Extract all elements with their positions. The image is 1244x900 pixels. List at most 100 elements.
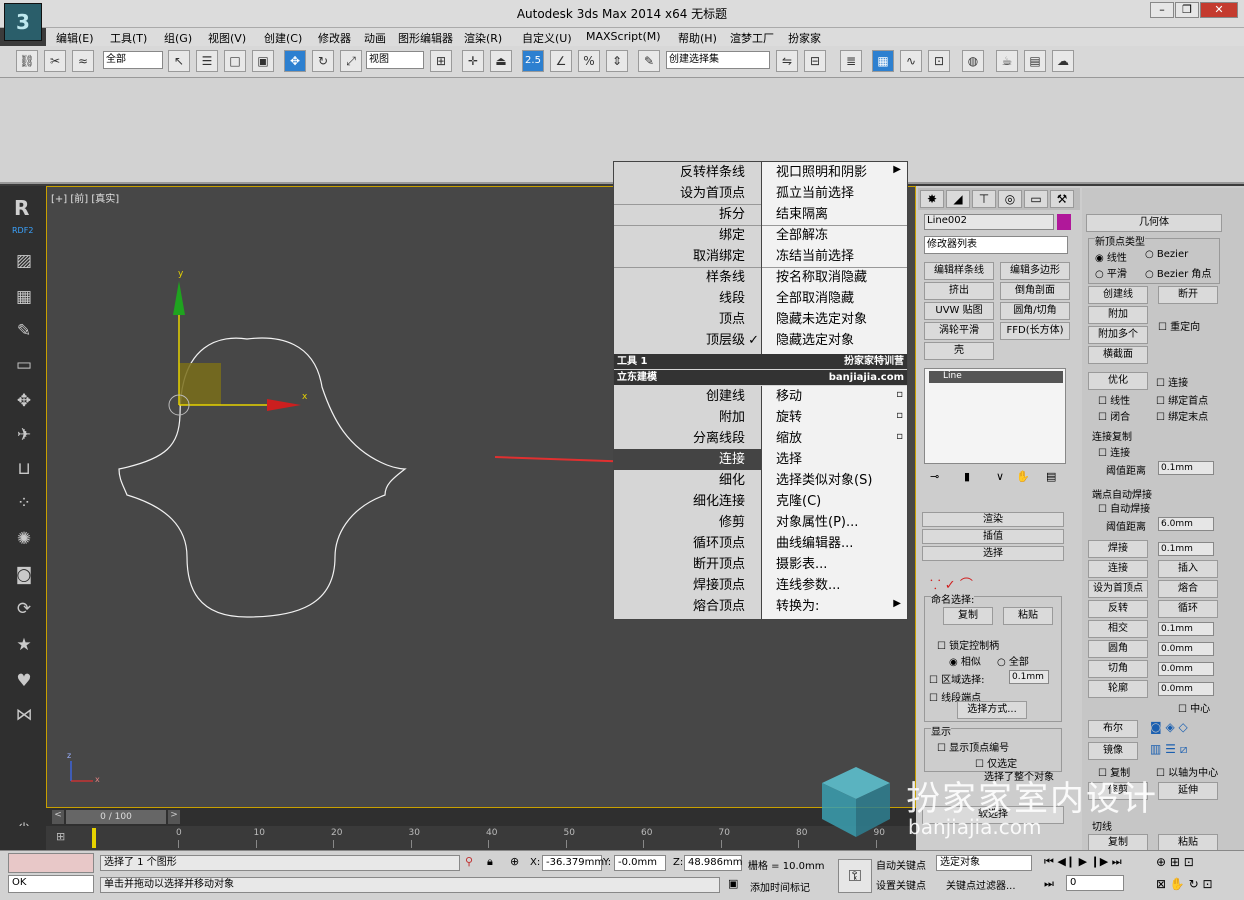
track-icon[interactable]: ⊞ — [56, 830, 65, 843]
monitor-icon[interactable]: ▭ — [13, 354, 35, 376]
quad-item[interactable]: 缩放 — [762, 428, 907, 449]
bind-first-check[interactable]: ☐ 绑定首点 — [1156, 392, 1208, 407]
attach-multiple-button[interactable]: 附加多个 — [1088, 326, 1148, 344]
modifier-button[interactable]: 编辑样条线 — [924, 262, 994, 280]
set-key-button[interactable]: 设置关键点 — [876, 877, 926, 892]
curve-editor-icon[interactable]: ∿ — [900, 50, 922, 72]
quad-item[interactable]: 修剪 — [614, 512, 761, 533]
connect-copy-check[interactable]: ☐ 连接 — [1098, 444, 1130, 459]
schematic-view-icon[interactable]: ⊡ — [928, 50, 950, 72]
insert-button[interactable]: 插入 — [1158, 560, 1218, 578]
app-logo-icon[interactable]: 3 — [4, 3, 42, 41]
quad-item[interactable]: 顶层级 ✓ — [614, 330, 761, 351]
panel-tab-utilities-icon[interactable]: ⚒ — [1050, 190, 1074, 208]
object-color-swatch[interactable] — [1057, 214, 1071, 230]
quad-item[interactable]: 孤立当前选择 — [762, 183, 907, 204]
fuse-button[interactable]: 熔合 — [1158, 580, 1218, 598]
maxscript-listener[interactable] — [8, 853, 94, 873]
edit-icon[interactable]: ✎ — [13, 320, 35, 342]
quad-item[interactable]: 线段 — [614, 288, 761, 309]
quad-item[interactable]: 绑定 — [614, 225, 761, 246]
menu-item-12[interactable]: 渲梦工厂 — [730, 30, 774, 46]
attach-button[interactable]: 附加 — [1088, 306, 1148, 324]
auto-key-button[interactable]: 自动关键点 — [876, 857, 926, 872]
quad-item[interactable]: 隐藏选定对象 — [762, 330, 907, 351]
fillet-field[interactable]: 0.0mm — [1158, 642, 1214, 656]
quad-item[interactable]: 转换为: — [762, 596, 907, 617]
manipulate-icon[interactable]: ✛ — [462, 50, 484, 72]
modifier-button[interactable]: 倒角剖面 — [1000, 282, 1070, 300]
all-radio[interactable]: ○ 全部 — [997, 653, 1029, 668]
apps-icon[interactable]: ⁘ — [13, 492, 35, 514]
modifier-list-select[interactable]: 修改器列表 — [924, 236, 1068, 254]
menu-item-3[interactable]: 视图(V) — [208, 30, 246, 46]
modifier-button[interactable]: 圆角/切角 — [1000, 302, 1070, 320]
quad-item[interactable]: 循环顶点 — [614, 533, 761, 554]
quad-item[interactable]: 附加 — [614, 407, 761, 428]
select-rotate-icon[interactable]: ↻ — [312, 50, 334, 72]
pan-icon[interactable]: ⊠ ✋ ↻ ⊡ — [1156, 877, 1213, 891]
fillet-button[interactable]: 圆角 — [1088, 640, 1148, 658]
panel-tab-hierarchy-icon[interactable]: ⊤ — [972, 190, 996, 208]
inbox-icon[interactable]: ⊔ — [13, 458, 35, 480]
menu-item-1[interactable]: 工具(T) — [110, 30, 147, 46]
auto-weld-check[interactable]: ☐ 自动焊接 — [1098, 500, 1150, 515]
maxscript-mini-field[interactable]: OK — [8, 875, 94, 893]
camera-icon[interactable]: ◙ — [13, 564, 35, 586]
rollout-0[interactable]: 渲染 — [922, 512, 1064, 527]
bind-space-warp-icon[interactable]: ≈ — [72, 50, 94, 72]
panel-tab-create-icon[interactable]: ✸ — [920, 190, 944, 208]
threshold-field[interactable]: 0.1mm — [1158, 461, 1214, 475]
z-coordinate-field[interactable]: 48.986mm — [684, 855, 742, 871]
reorient-check[interactable]: ☐ 重定向 — [1158, 318, 1200, 333]
quad-item[interactable]: 选择 — [762, 449, 907, 470]
quad-item[interactable]: 细化 — [614, 470, 761, 491]
quad-item[interactable]: 选择类似对象(S) — [762, 470, 907, 491]
minimize-icon[interactable]: – — [1150, 2, 1174, 18]
threshold2-field[interactable]: 6.0mm — [1158, 517, 1214, 531]
pin-stack-icon[interactable]: ⊸ — [930, 470, 939, 483]
create-line-button[interactable]: 创建线 — [1088, 286, 1148, 304]
break-button[interactable]: 断开 — [1158, 286, 1218, 304]
modifier-button[interactable]: 编辑多边形 — [1000, 262, 1070, 280]
move-icon[interactable]: ✥ — [13, 390, 35, 412]
quad-item[interactable]: 结束隔离 — [762, 204, 907, 225]
pivot-center-icon[interactable]: ⊞ — [430, 50, 452, 72]
x-coordinate-field[interactable]: -36.379mm — [542, 855, 604, 871]
linear-check[interactable]: ☐ 线性 — [1098, 392, 1130, 407]
scene-explorer-icon[interactable]: ▦ — [872, 50, 894, 72]
modifier-button[interactable]: 壳 — [924, 342, 994, 360]
quad-item[interactable]: 取消绑定 — [614, 246, 761, 267]
settings-box-icon[interactable]: ▫ — [896, 410, 903, 421]
playback-controls[interactable]: ⏮ ◀❙ ▶ ❙▶ ⏭ — [1044, 855, 1122, 869]
panel-tab-modify-icon[interactable]: ◢ — [946, 190, 970, 208]
material-editor-icon[interactable]: ◍ — [962, 50, 984, 72]
menu-item-6[interactable]: 动画 — [364, 30, 386, 46]
optimize-button[interactable]: 优化 — [1088, 372, 1148, 390]
modifier-button[interactable]: FFD(长方体) — [1000, 322, 1070, 340]
y-coordinate-field[interactable]: -0.0mm — [614, 855, 666, 871]
quad-item[interactable]: 连接 — [614, 449, 761, 470]
connect-check[interactable]: ☐ 连接 — [1156, 374, 1188, 389]
stack-item-line[interactable]: Line — [929, 371, 1063, 383]
select-by-button[interactable]: 选择方式... — [957, 701, 1027, 719]
boolean-button[interactable]: 布尔 — [1088, 720, 1138, 738]
menu-item-2[interactable]: 组(G) — [164, 30, 192, 46]
menu-item-5[interactable]: 修改器 — [318, 30, 351, 46]
key-filters-button[interactable]: 关键点过滤器... — [946, 877, 1016, 892]
isolate-icon[interactable]: ⚲ — [465, 855, 473, 868]
align-icon[interactable]: ⊟ — [804, 50, 826, 72]
grid-icon[interactable]: ▦ — [13, 286, 35, 308]
modifier-stack[interactable]: Line — [924, 368, 1066, 464]
rollout-2[interactable]: 选择 — [922, 546, 1064, 561]
remove-modifier-icon[interactable]: ✋ — [1016, 470, 1030, 483]
quad-item[interactable]: 顶点 — [614, 309, 761, 330]
time-slider-thumb[interactable]: 0 / 100 — [66, 810, 166, 824]
edit-named-selection-icon[interactable]: ✎ — [638, 50, 660, 72]
quad-item[interactable]: 摄影表... — [762, 554, 907, 575]
share-icon[interactable]: ⋈ — [13, 704, 35, 726]
quad-item[interactable]: 反转样条线 — [614, 162, 761, 183]
intersect-button[interactable]: 相交 — [1088, 620, 1148, 638]
window-crossing-icon[interactable]: ▣ — [252, 50, 274, 72]
track-bar[interactable]: 0102030405060708090100 — [46, 826, 968, 850]
